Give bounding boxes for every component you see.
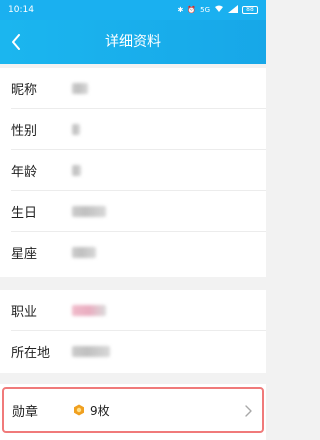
nickname-row[interactable]: 昵称 — [0, 68, 266, 109]
birthday-label: 生日 — [11, 206, 38, 221]
constellation-row[interactable]: 星座 — [0, 232, 266, 273]
occupation-value-blurred — [72, 305, 106, 316]
battery-icon: 88 — [242, 6, 258, 14]
age-row[interactable]: 年龄 — [0, 150, 266, 191]
gender-row[interactable]: 性别 — [0, 109, 266, 150]
constellation-label: 星座 — [11, 247, 38, 262]
bluetooth-icon: ✱ — [177, 6, 184, 14]
occupation-row[interactable]: 职业 — [0, 290, 266, 331]
age-value-blurred — [72, 165, 81, 176]
medal-icon — [74, 404, 84, 416]
wifi-icon — [214, 5, 224, 15]
page-title: 详细资料 — [105, 34, 161, 50]
location-value-blurred — [72, 346, 110, 357]
location-row[interactable]: 所在地 — [0, 331, 266, 372]
nav-bar: 详细资料 — [0, 20, 266, 64]
medal-label: 勋章 — [12, 404, 39, 420]
alarm-icon: ⏰ — [187, 6, 197, 14]
status-bar: 10:14 ✱ ⏰ 5G 88 — [0, 0, 266, 20]
work-info-section: 职业 所在地 — [0, 290, 266, 373]
gender-label: 性别 — [11, 124, 38, 139]
birthday-row[interactable]: 生日 — [0, 191, 266, 232]
age-label: 年龄 — [11, 165, 38, 180]
nickname-label: 昵称 — [11, 83, 38, 98]
gender-value-blurred — [72, 124, 80, 135]
medal-row[interactable]: 勋章 9枚 — [2, 387, 264, 433]
signal-icon — [228, 5, 238, 15]
medal-section: 勋章 9枚 — [0, 384, 266, 440]
status-time: 10:14 — [8, 5, 34, 15]
basic-info-section: 昵称 性别 年龄 生日 星座 — [0, 68, 266, 277]
nickname-value-blurred — [72, 83, 88, 94]
location-label: 所在地 — [11, 346, 51, 361]
medal-count: 9枚 — [90, 403, 110, 418]
chevron-right-icon — [245, 405, 252, 417]
constellation-value-blurred — [72, 247, 96, 258]
birthday-value-blurred — [72, 206, 106, 217]
network-label: 5G — [200, 6, 210, 14]
occupation-label: 职业 — [11, 305, 38, 320]
status-icons: ✱ ⏰ 5G 88 — [178, 5, 258, 15]
